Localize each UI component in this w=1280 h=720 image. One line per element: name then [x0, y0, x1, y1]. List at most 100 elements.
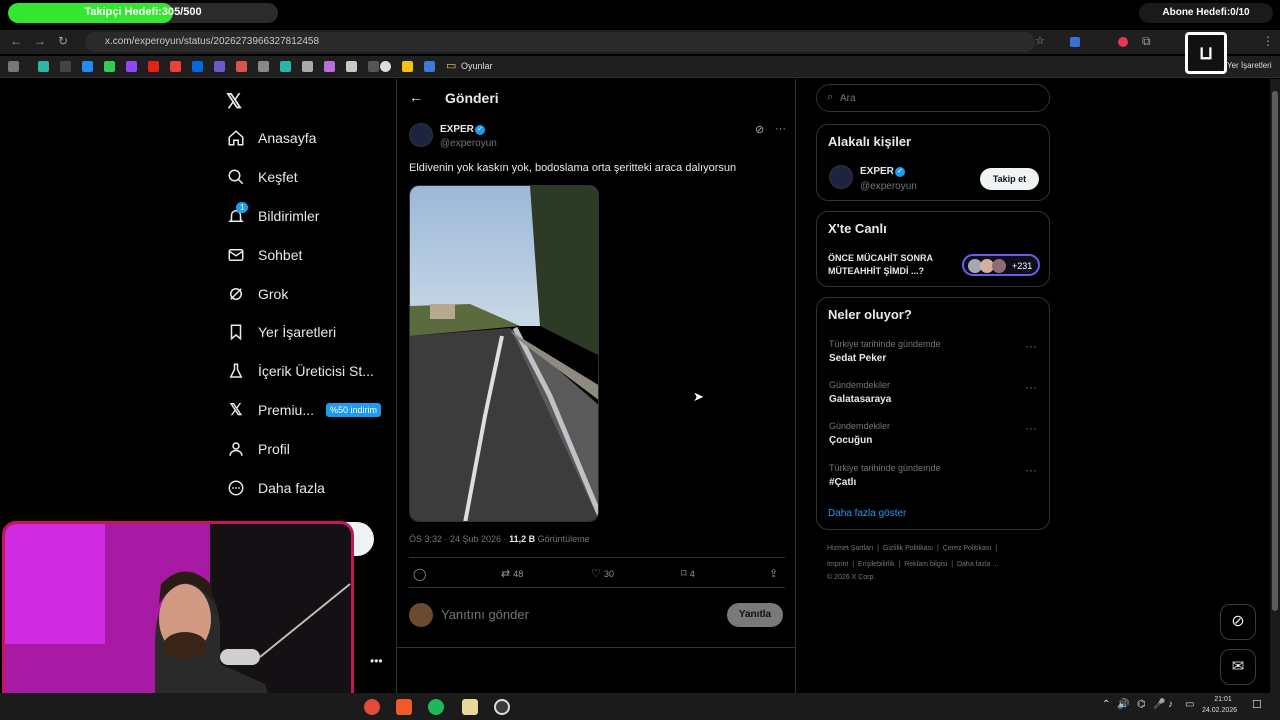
bookmark-icon-5[interactable]: [126, 61, 137, 72]
chrome-taskbar-icon[interactable]: [364, 699, 380, 715]
tray-chevron-icon[interactable]: ⌃: [1102, 699, 1110, 710]
footer-link[interactable]: Imprint: [827, 561, 848, 568]
avatar[interactable]: [829, 165, 853, 189]
bookmark-icon-12[interactable]: [280, 61, 291, 72]
speaker-icon[interactable]: ♪: [1168, 699, 1173, 710]
sidebar-item-explore[interactable]: Keşfet: [226, 162, 298, 192]
sidebar-item-grok[interactable]: Grok: [226, 279, 288, 309]
author-handle[interactable]: @experoyun: [440, 138, 497, 149]
files-taskbar-icon[interactable]: [462, 699, 478, 715]
retweet-button[interactable]: ⇄ 48: [501, 567, 523, 580]
sidebar-item-premium[interactable]: 𝕏 Premiu... %50 indirim: [226, 395, 382, 425]
bookmark-icon-13[interactable]: [302, 61, 313, 72]
star-icon[interactable]: ☆: [1035, 34, 1045, 47]
sidebar-item-more[interactable]: Daha fazla: [226, 473, 325, 503]
bookmark-icon-11[interactable]: [258, 61, 269, 72]
translate-icon[interactable]: [1070, 37, 1080, 47]
display-icon[interactable]: ▭: [1185, 699, 1194, 710]
back-icon[interactable]: ←: [10, 34, 22, 48]
bookmark-icon-10[interactable]: [236, 61, 247, 72]
bookmark-icon-3[interactable]: [82, 61, 93, 72]
mic-icon[interactable]: 🎤: [1153, 699, 1165, 710]
footer-link[interactable]: Çerez Politikası: [943, 545, 992, 552]
footer-link[interactable]: Hizmet Şartları: [827, 545, 873, 552]
bookmark-icon-2[interactable]: [60, 61, 71, 72]
notifications-icon[interactable]: ☐: [1252, 698, 1262, 711]
sidebar-item-home[interactable]: Anasayfa: [226, 123, 316, 153]
reply-button[interactable]: Yanıtla: [727, 603, 783, 627]
bookmark-icon-19[interactable]: [424, 61, 435, 72]
live-participants[interactable]: +231: [962, 254, 1040, 276]
grok-explain-icon[interactable]: ⊘: [755, 123, 764, 136]
menu-icon[interactable]: ⋮: [1262, 34, 1274, 48]
messages-float-icon[interactable]: ✉: [1220, 649, 1256, 685]
network-icon[interactable]: ⌬: [1137, 699, 1146, 710]
trend-item[interactable]: Türkiye tarihinde gündemde #Çatlı: [829, 463, 941, 488]
bookmark-icon-6[interactable]: [148, 61, 159, 72]
bookmark-icon-7[interactable]: [170, 61, 181, 72]
scrollbar[interactable]: [1270, 79, 1280, 693]
show-more-link[interactable]: Daha fazla göster: [828, 508, 906, 519]
clock-time[interactable]: 21:01: [1205, 696, 1241, 703]
bookmark-icon-8[interactable]: [192, 61, 203, 72]
bookmark-folder-oyunlar[interactable]: Oyunlar: [461, 61, 493, 71]
reload-icon[interactable]: ↻: [58, 34, 68, 48]
bookmark-icon-1[interactable]: [38, 61, 49, 72]
footer-link[interactable]: Erişilebilirlik: [858, 561, 895, 568]
trend-more-icon[interactable]: ···: [1025, 463, 1037, 477]
bookmark-button[interactable]: ⌑ 4: [681, 567, 695, 580]
extension-icon[interactable]: [1118, 37, 1128, 47]
post-more-icon[interactable]: ···: [775, 123, 786, 135]
grok-float-icon[interactable]: ⊘: [1220, 604, 1256, 640]
puzzle-icon[interactable]: ⧉: [1142, 34, 1151, 49]
bookmark-icon-17[interactable]: [380, 61, 391, 72]
footer-link[interactable]: Daha fazla ...: [957, 561, 998, 568]
bookmark-icon-4[interactable]: [104, 61, 115, 72]
forward-icon[interactable]: →: [34, 34, 46, 48]
x-logo-icon[interactable]: 𝕏: [226, 89, 242, 114]
footer-link[interactable]: Reklam bilgisi: [904, 561, 947, 568]
follow-button[interactable]: Takip et: [980, 168, 1039, 190]
volume-icon[interactable]: 🔊: [1117, 699, 1129, 710]
obs-taskbar-icon[interactable]: [494, 699, 510, 715]
trend-item[interactable]: Gündemdekiler Galatasaraya: [829, 380, 891, 405]
reply-input[interactable]: Yanıtını gönder: [441, 607, 529, 622]
address-bar[interactable]: x.com/experoyun/status/20262739663278124…: [85, 32, 1035, 52]
trend-more-icon[interactable]: ···: [1025, 380, 1037, 394]
search-box[interactable]: ⌕ Ara: [816, 84, 1050, 112]
post-video[interactable]: [409, 185, 599, 522]
bookmarks-right-label[interactable]: Yer İşaretleri: [1227, 61, 1272, 70]
avatar[interactable]: [409, 123, 433, 147]
trend-more-icon[interactable]: ···: [1025, 421, 1037, 435]
sidebar-item-chat[interactable]: Sohbet: [226, 240, 302, 270]
live-text-line2[interactable]: MÜTEAHHİT ŞİMDİ ...?: [828, 266, 924, 276]
scrollbar-thumb[interactable]: [1272, 91, 1278, 611]
search-icon: ⌕: [827, 91, 834, 103]
share-icon[interactable]: ⇪: [769, 567, 778, 580]
bookmark-icon-16[interactable]: [368, 61, 379, 72]
apps-icon[interactable]: [8, 61, 19, 72]
clock-date[interactable]: 24.02.2026: [1202, 707, 1237, 714]
back-arrow-icon[interactable]: ←: [409, 89, 423, 105]
trend-more-icon[interactable]: ···: [1025, 339, 1037, 353]
live-text-line1[interactable]: ÖNCE MÜCAHİT SONRA: [828, 253, 933, 263]
brave-taskbar-icon[interactable]: [396, 699, 412, 715]
trend-item[interactable]: Gündemdekiler Çocuğun: [829, 421, 890, 446]
related-name[interactable]: EXPER: [860, 166, 894, 177]
author-name[interactable]: EXPER: [440, 124, 474, 135]
sidebar-item-notifications[interactable]: 1 Bildirimler: [226, 201, 319, 231]
account-more-icon[interactable]: •••: [370, 654, 383, 668]
bookmark-icon-18[interactable]: [402, 61, 413, 72]
sidebar-item-profile[interactable]: Profil: [226, 434, 290, 464]
sidebar-item-bookmarks[interactable]: Yer İşaretleri: [226, 317, 336, 347]
related-handle[interactable]: @experoyun: [860, 181, 917, 192]
bookmark-icon-14[interactable]: [324, 61, 335, 72]
bookmark-icon-9[interactable]: [214, 61, 225, 72]
trend-item[interactable]: Türkiye tarihinde gündemde Sedat Peker: [829, 339, 941, 364]
reply-icon[interactable]: ◯: [413, 567, 426, 581]
footer-link[interactable]: Gizlilik Politikası: [883, 545, 933, 552]
spotify-taskbar-icon[interactable]: [428, 699, 444, 715]
sidebar-item-creator-studio[interactable]: İçerik Üreticisi St...: [226, 356, 374, 386]
bookmark-icon-15[interactable]: [346, 61, 357, 72]
like-button[interactable]: ♡ 30: [591, 567, 614, 580]
